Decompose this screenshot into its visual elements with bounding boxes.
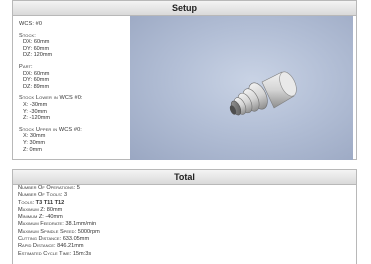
setup-info: WCS: #0 Stock: DX: 60mm DY: 60mm DZ: 120… — [19, 21, 129, 158]
row-value: 3 — [63, 192, 68, 199]
setup-panel: Setup WCS: #0 Stock: DX: 60mm DY: 60mm D… — [12, 0, 357, 160]
wcs-value: WCS: #0 — [19, 21, 43, 27]
stock-dx: DX: 60mm — [23, 39, 50, 46]
row-label: Rapid Distance: — [18, 243, 56, 250]
row-value: 38.1mm/min — [65, 221, 97, 228]
stock-lower-title: Stock Lower in WCS #0: — [19, 95, 83, 102]
row-value: -40mm — [45, 214, 63, 221]
total-row: Minimum Z: -40mm — [18, 214, 100, 221]
row-label: Cutting Distance: — [18, 236, 62, 243]
stock-lower-z: Z: -120mm — [23, 115, 51, 122]
total-row: Number Of Operations: 5 — [18, 185, 100, 192]
row-label: Estimated Cycle Time: — [18, 250, 72, 257]
turned-part-render — [229, 71, 297, 116]
stock-lower-y: Y: -30mm — [23, 108, 47, 115]
row-value: 5000rpm — [77, 228, 100, 235]
setup-header: Setup — [13, 1, 356, 16]
stock-upper-x: X: 30mm — [23, 133, 46, 140]
row-value: 5 — [76, 185, 80, 191]
part-dz: DZ: 89mm — [23, 83, 50, 90]
part-dy: DY: 60mm — [23, 77, 50, 84]
stock-upper-y: Y: 30mm — [23, 139, 46, 146]
row-label: Maximum Spindle Speed: — [18, 228, 77, 235]
row-value: 80mm — [46, 206, 63, 213]
row-label: Maximum Z: — [18, 206, 46, 213]
total-row: Cutting Distance: 633.05mm — [18, 236, 100, 243]
row-value: 633.05mm — [62, 236, 90, 243]
stock-lower-x: X: -30mm — [23, 101, 48, 108]
stock-lower-section: Stock Lower in WCS #0: X: -30mm Y: -30mm… — [19, 95, 129, 121]
part-title: Part: — [19, 63, 33, 70]
total-row: Estimated Cycle Time: 15m:3s — [18, 251, 100, 258]
wcs-info: WCS: #0 — [19, 21, 129, 28]
row-value: 15m:3s — [72, 250, 92, 257]
stock-upper-z: Z: 0mm — [23, 146, 42, 153]
total-stats: Number Of Operations: 5 Number Of Tools:… — [18, 185, 100, 258]
total-row: Maximum Spindle Speed: 5000rpm — [18, 229, 100, 236]
total-row: Maximum Feedrate: 38.1mm/min — [18, 221, 100, 228]
row-value: 846.21mm — [57, 243, 84, 250]
stock-section: Stock: DX: 60mm DY: 60mm DZ: 120mm — [19, 33, 129, 59]
row-label: Minimum Z: — [18, 214, 44, 221]
total-row: Maximum Z: 80mm — [18, 207, 100, 214]
stock-upper-title: Stock Upper in WCS #0: — [19, 126, 82, 133]
row-label: Maximum Feedrate: — [18, 221, 64, 228]
part-preview-image — [130, 16, 353, 160]
stock-dz: DZ: 120mm — [23, 52, 53, 59]
part-section: Part: DX: 60mm DY: 60mm DZ: 89mm — [19, 64, 129, 90]
total-row: Rapid Distance: 846.21mm — [18, 243, 100, 250]
total-row: Tools: T3 T11 T12 — [18, 200, 100, 207]
row-value: T3 T11 T12 — [35, 199, 65, 206]
stock-title: Stock: — [19, 32, 36, 39]
stock-dy: DY: 60mm — [23, 45, 50, 52]
total-header: Total — [13, 170, 356, 185]
part-body — [229, 71, 297, 116]
row-label: Tools: — [18, 199, 35, 206]
part-dx: DX: 60mm — [23, 70, 50, 77]
total-panel: Total Number Of Operations: 5 Number Of … — [12, 169, 357, 264]
total-row: Number Of Tools: 3 — [18, 192, 100, 199]
stock-upper-section: Stock Upper in WCS #0: X: 30mm Y: 30mm Z… — [19, 127, 129, 153]
row-label: Number Of Operations: — [18, 185, 76, 191]
row-label: Number Of Tools: — [18, 192, 63, 199]
